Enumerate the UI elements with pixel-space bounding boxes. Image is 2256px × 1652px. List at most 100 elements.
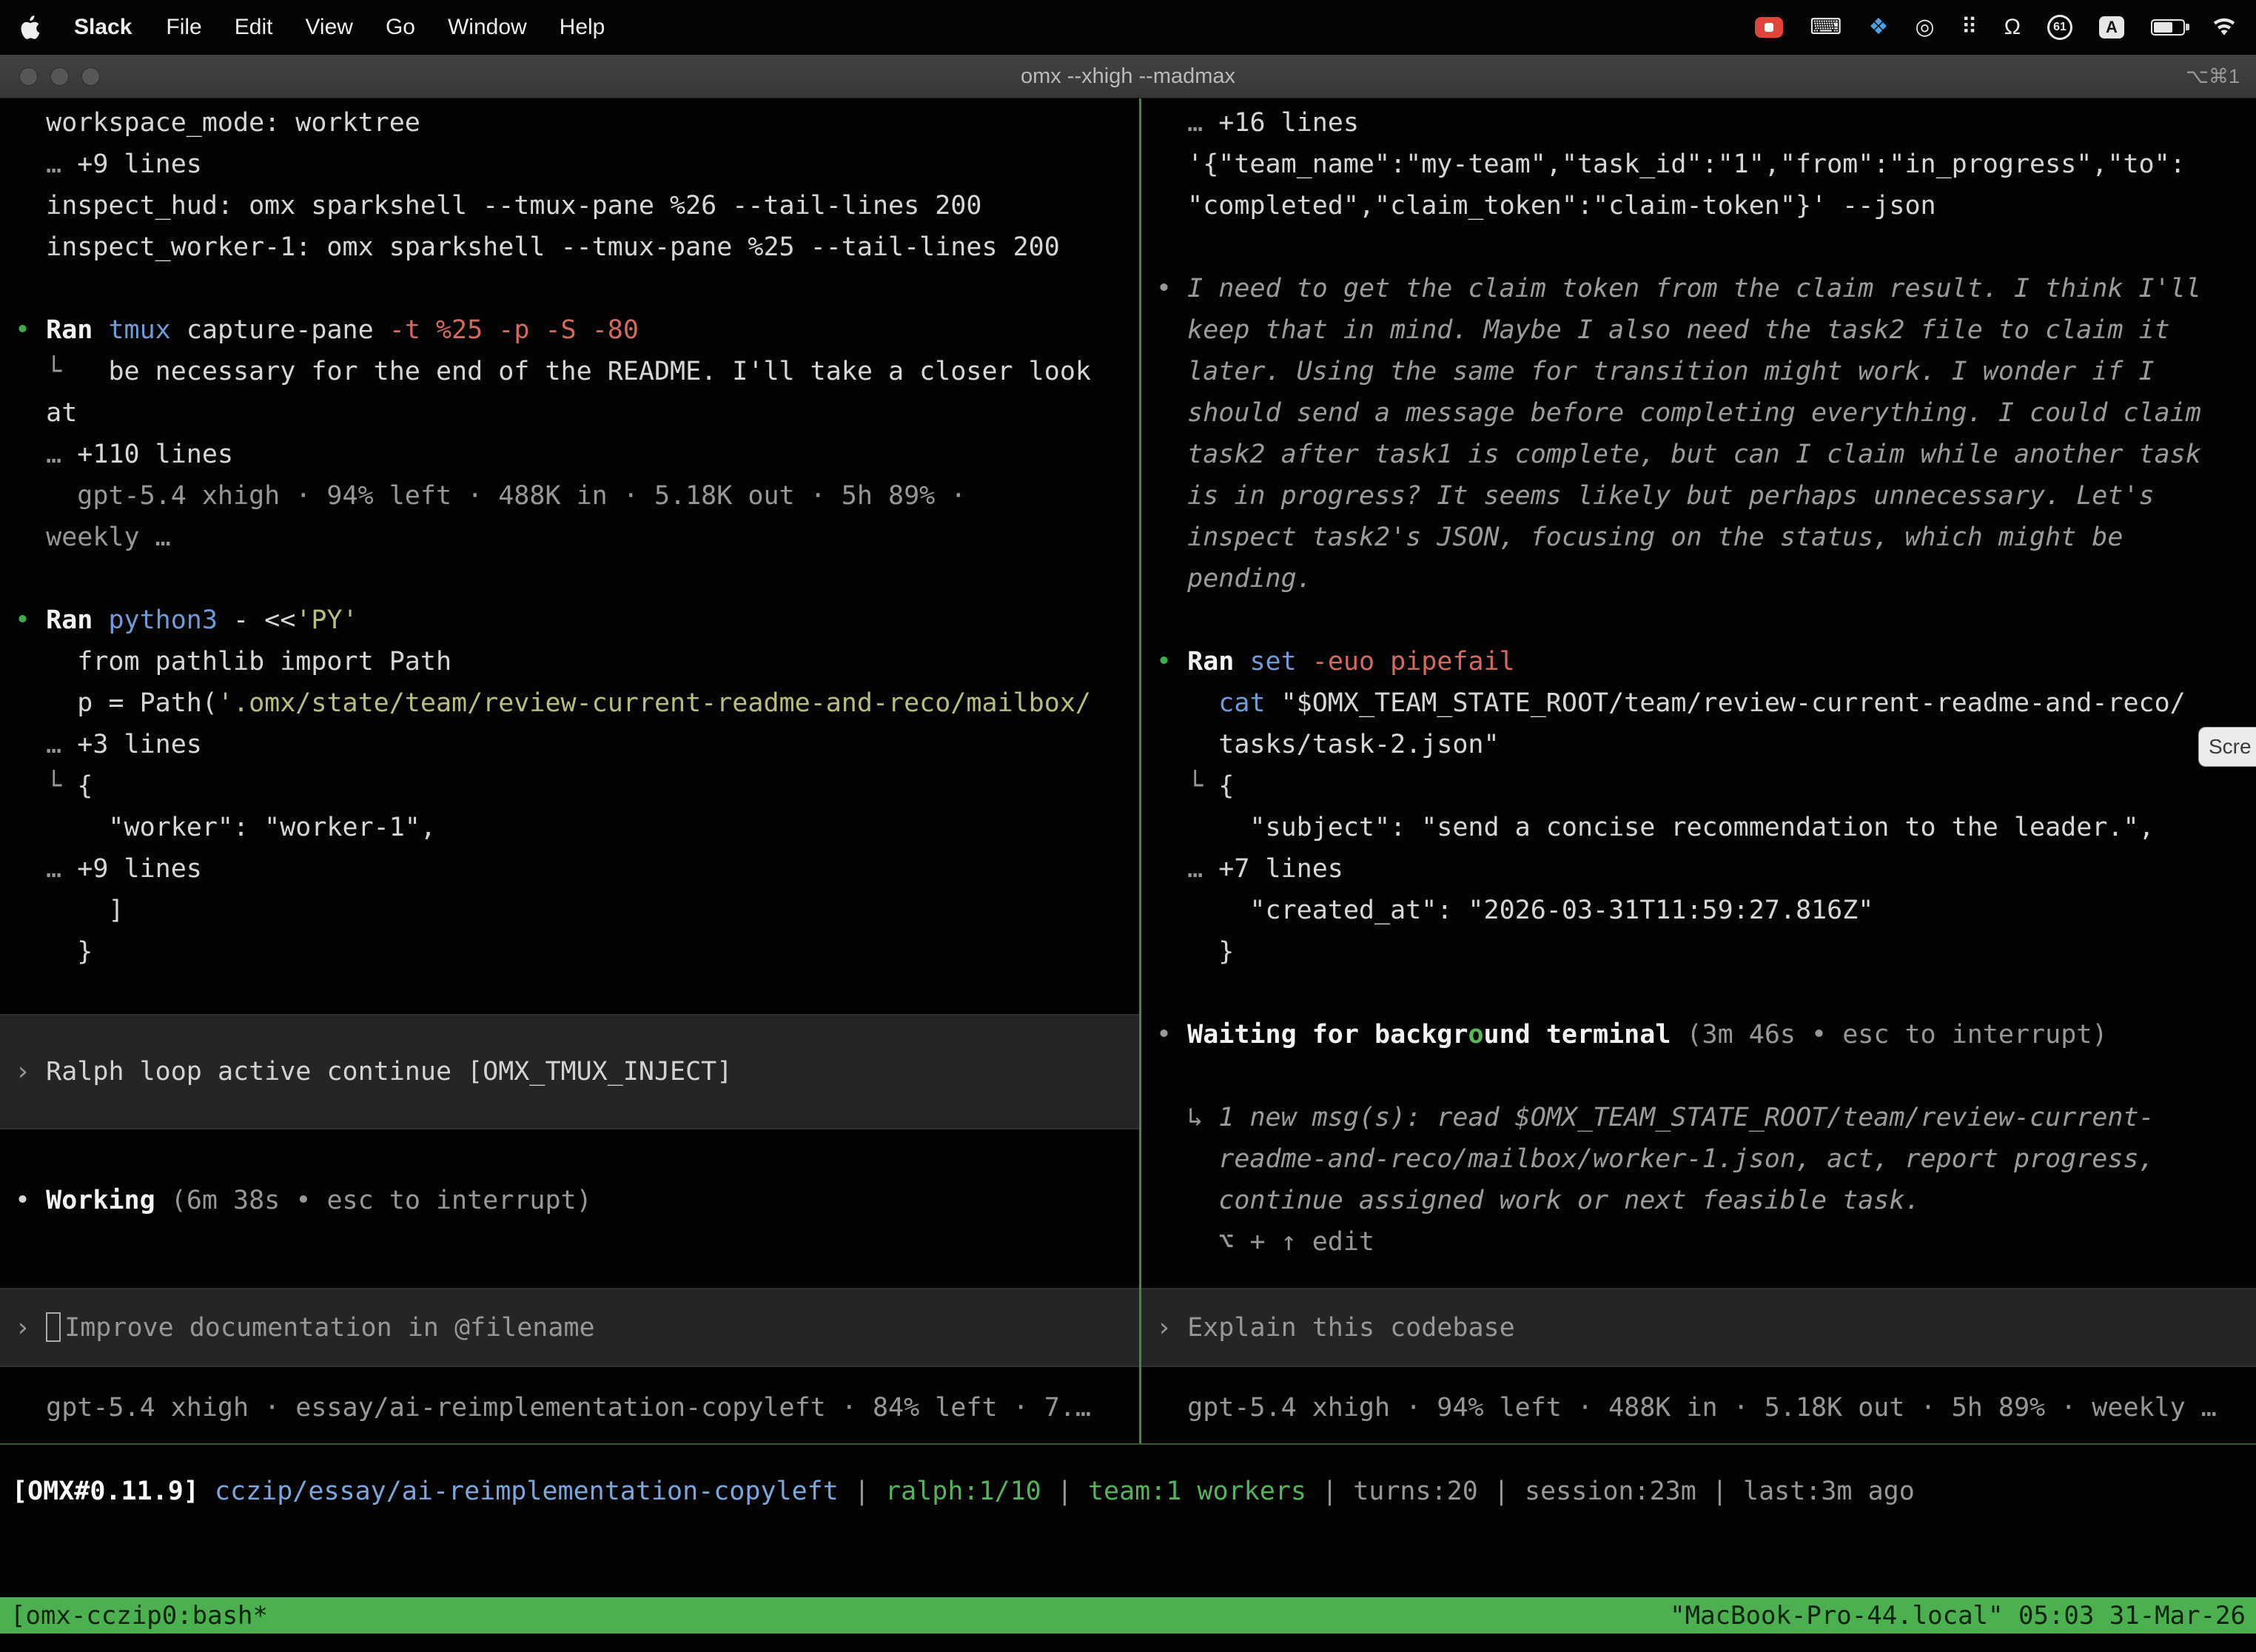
text-cursor — [46, 1312, 61, 1342]
text-segment: is in progress? It seems likely but perh… — [1156, 481, 2155, 511]
terminal-line: └ { — [1156, 765, 2256, 807]
terminal-line: … +9 lines — [15, 848, 1139, 890]
terminal-line: ↳ 1 new msg(s): read $OMX_TEAM_STATE_ROO… — [1156, 1097, 2256, 1138]
menu-window[interactable]: Window — [448, 15, 527, 40]
text-segment: task2 after task1 is complete, but can I… — [1156, 440, 2201, 469]
keyboard-icon[interactable]: ⌨ — [1810, 16, 1842, 38]
input-source-icon[interactable]: A — [2099, 16, 2124, 38]
text-segment: • — [15, 1186, 46, 1215]
improve-docs-prompt[interactable]: › Improve documentation in @filename — [0, 1288, 1139, 1367]
right-pane[interactable]: … +16 lines '{"team_name":"my-team","tas… — [1141, 98, 2256, 1443]
menu-bar-status-icons: ⌨ ❖ ◎ ⠿ Ω 61 A — [1755, 15, 2237, 40]
screen-recording-indicator[interactable] — [1755, 17, 1783, 38]
menu-go[interactable]: Go — [386, 15, 415, 40]
terminal-line — [15, 268, 1139, 309]
menu-file[interactable]: File — [166, 15, 201, 40]
text-segment: tasks/task-2.json" — [1156, 730, 1500, 759]
clock-icon[interactable]: ◎ — [1915, 16, 1934, 38]
text-segment: team:1 workers — [1088, 1477, 1306, 1506]
screenshot-notification-clipped[interactable]: Scre — [2198, 727, 2256, 767]
terminal-line: "created_at": "2026-03-31T11:59:27.816Z" — [1156, 890, 2256, 931]
text-segment: • — [1156, 1020, 1187, 1050]
text-segment: cczip/essay/ai-reimplementation-copyleft — [215, 1477, 839, 1506]
menu-edit[interactable]: Edit — [235, 15, 273, 40]
text-segment: Explain this codebase — [1187, 1313, 1515, 1343]
terminal-line — [1156, 600, 2256, 641]
text-segment: gpt-5.4 xhigh · essay/ai-reimplementatio… — [15, 1393, 1091, 1423]
ralph-loop-prompt[interactable]: › Ralph loop active continue [OMX_TMUX_I… — [0, 1014, 1139, 1129]
terminal-line: "worker": "worker-1", — [15, 807, 1139, 848]
battery-icon[interactable] — [2151, 19, 2185, 36]
text-segment: Ran — [1187, 647, 1234, 676]
text-segment: { — [77, 771, 93, 801]
explain-codebase-prompt[interactable]: › Explain this codebase — [1141, 1288, 2256, 1367]
terminal-line — [1156, 226, 2256, 268]
zoom-button[interactable] — [81, 67, 100, 86]
menu-bar-left: Slack File Edit View Go Window Help — [19, 15, 605, 40]
text-segment: +3 lines — [77, 730, 202, 759]
menu-help[interactable]: Help — [560, 15, 605, 40]
text-segment: +16 lines — [1218, 108, 1359, 138]
text-segment: "$OMX_TEAM_STATE_ROOT/team/review-curren… — [1266, 688, 2186, 718]
text-segment: python3 — [108, 605, 218, 635]
text-segment: Improve documentation in @filename — [64, 1313, 594, 1343]
ghost-icon[interactable]: Ω — [2004, 16, 2021, 38]
apple-logo-icon[interactable] — [19, 16, 40, 40]
terminal-line: "subject": "send a concise recommendatio… — [1156, 807, 2256, 848]
text-segment: - << — [218, 605, 295, 635]
menu-view[interactable]: View — [305, 15, 352, 40]
text-segment: '.omx/state/team/review-current-readme-a… — [218, 688, 1091, 718]
text-segment: be necessary for the end of the README. … — [108, 357, 1091, 386]
terminal-line: ] — [15, 890, 1139, 931]
window-title-bar[interactable]: omx --xhigh --madmax ⌥⌘1 — [0, 55, 2256, 98]
close-button[interactable] — [19, 67, 38, 86]
text-segment: und terminal — [1484, 1020, 1671, 1050]
blue-app-icon[interactable]: ❖ — [1868, 16, 1888, 38]
text-segment: 1 new msg(s): read $OMX_TEAM_STATE_ROOT/… — [1218, 1103, 2154, 1132]
battery-percent-badge[interactable]: 61 — [2047, 15, 2072, 40]
text-segment: continue assigned work or next feasible … — [1156, 1186, 1921, 1215]
terminal-line: pending. — [1156, 558, 2256, 600]
terminal: workspace_mode: worktree … +9 lines insp… — [0, 98, 2256, 1443]
terminal-line: } — [15, 931, 1139, 973]
text-segment: at — [15, 398, 77, 428]
text-segment: -euo pipefail — [1312, 647, 1515, 676]
spacer — [1156, 1263, 2256, 1288]
text-segment: "worker": "worker-1", — [15, 813, 436, 842]
wifi-icon[interactable] — [2212, 18, 2237, 37]
text-segment: ⌥ + ↑ edit — [1156, 1227, 1374, 1257]
text-segment: +9 lines — [77, 854, 202, 884]
text-segment: capture-pane — [171, 315, 389, 345]
wifi-svg — [2212, 18, 2237, 37]
text-segment: from pathlib import Path — [15, 647, 451, 676]
text-segment: keep that in mind. Maybe I also need the… — [1156, 315, 2170, 345]
text-segment: o — [1468, 1020, 1483, 1050]
active-app-name[interactable]: Slack — [74, 15, 132, 40]
terminal-line: tasks/task-2.json" — [1156, 724, 2256, 765]
text-segment: } — [15, 937, 93, 967]
terminal-line: … +3 lines — [15, 724, 1139, 765]
dots-grid-icon[interactable]: ⠿ — [1961, 16, 1978, 38]
text-segment — [93, 605, 108, 635]
terminal-line: inspect task2's JSON, focusing on the st… — [1156, 517, 2256, 558]
text-segment: gpt-5.4 xhigh · 94% left · 488K in · 5.1… — [15, 481, 966, 511]
text-segment: later. Using the same for transition mig… — [1156, 357, 2155, 386]
terminal-line: at — [15, 392, 1139, 434]
terminal-line: p = Path('.omx/state/team/review-current… — [15, 682, 1139, 724]
text-segment: -t %25 -p -S -80 — [389, 315, 639, 345]
text-segment: gpt-5.4 xhigh · 94% left · 488K in · 5.1… — [1156, 1393, 2217, 1423]
text-segment: +7 lines — [1218, 854, 1343, 884]
text-segment: '{"team_name":"my-team","task_id":"1","f… — [1156, 150, 2186, 179]
prompt-text: › Ralph loop active continue [OMX_TMUX_I… — [15, 1051, 732, 1092]
minimize-button[interactable] — [50, 67, 69, 86]
left-pane[interactable]: workspace_mode: worktree … +9 lines insp… — [0, 98, 1139, 1443]
terminal-line: keep that in mind. Maybe I also need the… — [1156, 309, 2256, 351]
window-shortcut-hint: ⌥⌘1 — [2186, 65, 2240, 88]
terminal-line: should send a message before completing … — [1156, 392, 2256, 434]
tmux-host-clock: "MacBook-Pro-44.local" 05:03 31-Mar-26 — [1670, 1601, 2246, 1631]
terminal-line: readme-and-reco/mailbox/worker-1.json, a… — [1156, 1138, 2256, 1180]
text-segment: inspect_hud: omx sparkshell --tmux-pane … — [15, 191, 981, 221]
terminal-line: … +9 lines — [15, 144, 1139, 185]
terminal-line: ⌥ + ↑ edit — [1156, 1221, 2256, 1263]
terminal-line: later. Using the same for transition mig… — [1156, 351, 2256, 392]
